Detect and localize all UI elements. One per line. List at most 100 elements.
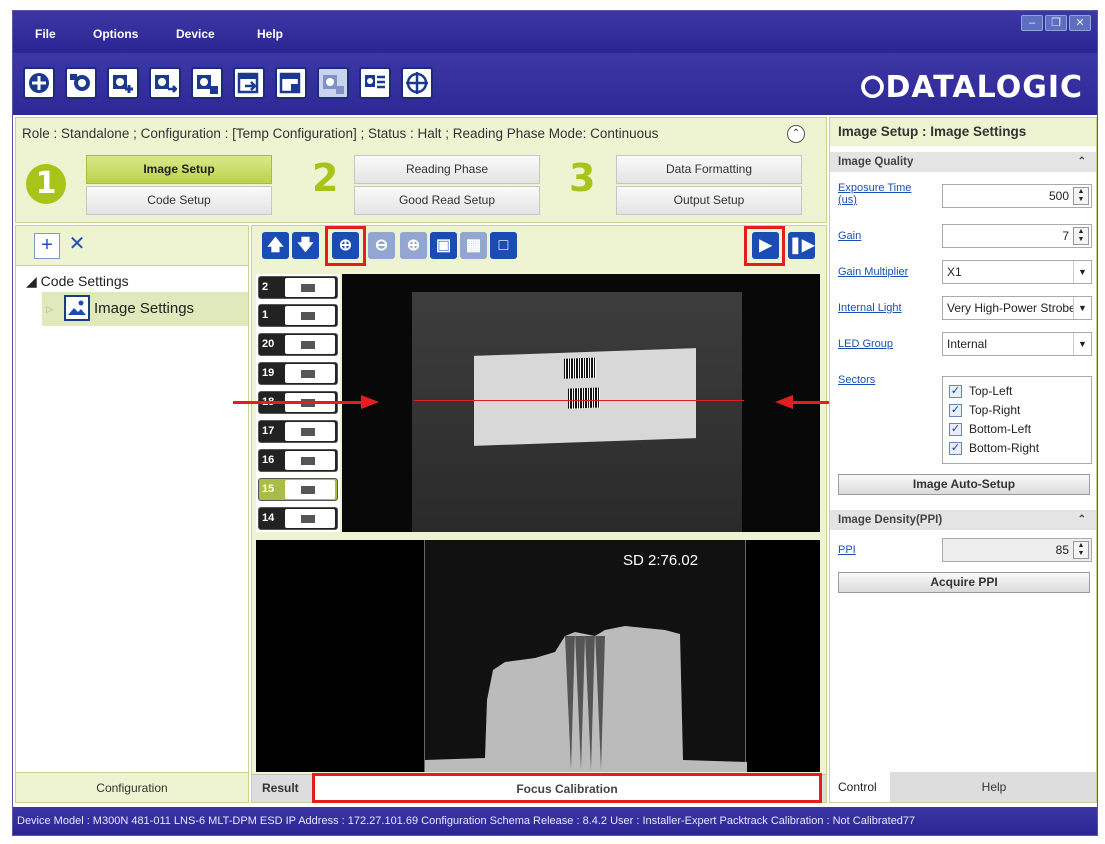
gain-multiplier-select[interactable]: X1 ▼ — [942, 260, 1092, 284]
camera-image[interactable] — [342, 274, 820, 532]
sector-top-right[interactable]: ✓ Top-Right — [949, 402, 1020, 418]
sector-bottom-right[interactable]: ✓ Bottom-Right — [949, 440, 1039, 456]
settings-list-icon[interactable] — [359, 67, 391, 99]
crosshair-icon[interactable] — [401, 67, 433, 99]
led-group-link[interactable]: LED Group — [838, 338, 893, 350]
menu-help[interactable]: Help — [257, 27, 283, 41]
spinner-icon: ▲ ▼ — [1073, 227, 1089, 245]
internal-light-link[interactable]: Internal Light — [838, 302, 902, 314]
acquire-ppi-button[interactable]: Acquire PPI — [838, 572, 1090, 593]
led-group-select[interactable]: Internal ▼ — [942, 332, 1092, 356]
add-device-icon[interactable] — [107, 67, 139, 99]
scan-line — [414, 400, 744, 401]
thumbnail-selected[interactable]: 15 — [258, 478, 338, 501]
sectors-link[interactable]: Sectors — [838, 374, 875, 386]
sector-top-left[interactable]: ✓ Top-Left — [949, 383, 1012, 399]
tab-focus-calibration[interactable]: Focus Calibration — [312, 773, 822, 803]
ppi-input[interactable]: 85 ▲ ▼ — [942, 538, 1092, 562]
restore-icon[interactable]: ❐ — [1045, 15, 1067, 31]
datalogic-logo: ⭘DATALOGIC — [860, 70, 1083, 105]
expand-icon[interactable]: ◢ — [26, 273, 37, 289]
left-panel: + ✕ ◢ Code Settings ▷ Image Settings Con… — [15, 225, 249, 803]
gain-link[interactable]: Gain — [838, 230, 861, 242]
right-tabs: Control Help — [830, 772, 1096, 802]
caret-up-icon: ⌃ — [1077, 514, 1086, 525]
internal-light-select[interactable]: Very High-Power Strobe ▼ — [942, 296, 1092, 320]
ppi-link[interactable]: PPI — [838, 544, 856, 556]
checkbox-checked-icon: ✓ — [949, 385, 962, 399]
tree-node-code-settings[interactable]: ◢ Code Settings — [16, 270, 248, 292]
export-device-icon[interactable] — [149, 67, 181, 99]
result-tabs: Result Focus Calibration — [252, 773, 826, 803]
data-formatting-button[interactable]: Data Formatting — [616, 155, 802, 184]
thumbnail[interactable]: 14 — [258, 507, 338, 530]
thumbnail[interactable]: 1 — [258, 304, 338, 327]
image-quality-section[interactable]: Image Quality ⌃ — [830, 152, 1096, 172]
menu-options[interactable]: Options — [93, 27, 138, 41]
chevron-down-icon: ▼ — [1073, 333, 1091, 355]
code-setup-button[interactable]: Code Setup — [86, 186, 272, 215]
checkbox-checked-icon: ✓ — [949, 404, 962, 418]
highlight-play-box — [744, 226, 785, 266]
wizard-panel: Role : Standalone ; Configuration : [Tem… — [15, 117, 827, 223]
crop-icon[interactable]: □ — [490, 232, 517, 259]
tab-result[interactable]: Result — [256, 775, 306, 802]
left-red-arrow — [233, 395, 379, 409]
status-bar: Device Model : M300N 481-011 LNS-6 MLT-D… — [13, 807, 1097, 835]
open-icon[interactable] — [23, 67, 55, 99]
download-icon[interactable] — [275, 67, 307, 99]
add-node-icon[interactable]: + — [34, 233, 60, 259]
tree-toolbar: + ✕ — [16, 226, 248, 266]
save-image-icon[interactable]: ▣ — [430, 232, 457, 259]
spinner-icon: ▲ ▼ — [1073, 187, 1089, 205]
image-toolbar: 🡅 🡇 ⊕ ⊖ ⊕ ▣ ▦ □ ▶ ❚▶ — [252, 226, 826, 266]
upload-icon[interactable] — [233, 67, 265, 99]
grid-icon[interactable]: ▦ — [460, 232, 487, 259]
zoom-out-icon[interactable]: ⊕ — [400, 232, 427, 259]
checkbox-checked-icon: ✓ — [949, 442, 962, 456]
menu-bar: File Options Device Help – ❐ ✕ — [13, 11, 1097, 53]
thumbnail[interactable]: 2 — [258, 276, 338, 299]
tree-node-image-settings[interactable]: ▷ Image Settings — [42, 292, 248, 326]
configuration-tab[interactable]: Configuration — [16, 772, 248, 802]
image-auto-setup-button[interactable]: Image Auto-Setup — [838, 474, 1090, 495]
thumbnail[interactable]: 20 — [258, 333, 338, 356]
right-panel: Image Setup : Image Settings Image Quali… — [829, 117, 1097, 803]
step-forward-icon[interactable]: ❚▶ — [788, 232, 815, 259]
good-read-setup-button[interactable]: Good Read Setup — [354, 186, 540, 215]
camera-icon[interactable] — [65, 67, 97, 99]
step-1-badge: 1 — [26, 164, 66, 204]
barcode-label — [474, 348, 696, 446]
thumbnail[interactable]: 19 — [258, 362, 338, 385]
collapse-arrow-icon: ▷ — [46, 304, 53, 314]
device-config-icon[interactable] — [317, 67, 349, 99]
image-setup-button[interactable]: Image Setup — [86, 155, 272, 184]
image-density-section[interactable]: Image Density(PPI) ⌃ — [830, 510, 1096, 530]
histogram-plot — [425, 626, 747, 772]
arrow-down-icon[interactable]: 🡇 — [292, 232, 319, 259]
image-area: 🡅 🡇 ⊕ ⊖ ⊕ ▣ ▦ □ ▶ ❚▶ 2 1 20 19 18 17 16 … — [251, 225, 827, 803]
exposure-time-input[interactable]: 500 ▲ ▼ — [942, 184, 1092, 208]
tab-control[interactable]: Control — [830, 772, 890, 802]
tab-help[interactable]: Help — [892, 772, 1096, 802]
delete-node-icon[interactable]: ✕ — [64, 233, 90, 259]
thumbnail[interactable]: 16 — [258, 449, 338, 472]
menu-file[interactable]: File — [35, 27, 56, 41]
thumbnail[interactable]: 17 — [258, 420, 338, 443]
output-setup-button[interactable]: Output Setup — [616, 186, 802, 215]
step-2-badge: 2 — [312, 156, 339, 200]
minimize-icon[interactable]: – — [1021, 15, 1043, 31]
arrow-up-icon[interactable]: 🡅 — [262, 232, 289, 259]
status-line: Role : Standalone ; Configuration : [Tem… — [22, 126, 659, 141]
menu-device[interactable]: Device — [176, 27, 215, 41]
reading-phase-button[interactable]: Reading Phase — [354, 155, 540, 184]
collapse-icon[interactable]: ⌃ — [787, 125, 805, 143]
save-device-icon[interactable] — [191, 67, 223, 99]
sector-bottom-left[interactable]: ✓ Bottom-Left — [949, 421, 1031, 437]
gain-input[interactable]: 7 ▲ ▼ — [942, 224, 1092, 248]
close-icon[interactable]: ✕ — [1069, 15, 1091, 31]
zoom-reset-icon[interactable]: ⊖ — [368, 232, 395, 259]
exposure-time-link[interactable]: Exposure Time (us) — [838, 182, 928, 206]
barcode-middle — [568, 387, 600, 409]
gain-multiplier-link[interactable]: Gain Multiplier — [838, 266, 908, 278]
